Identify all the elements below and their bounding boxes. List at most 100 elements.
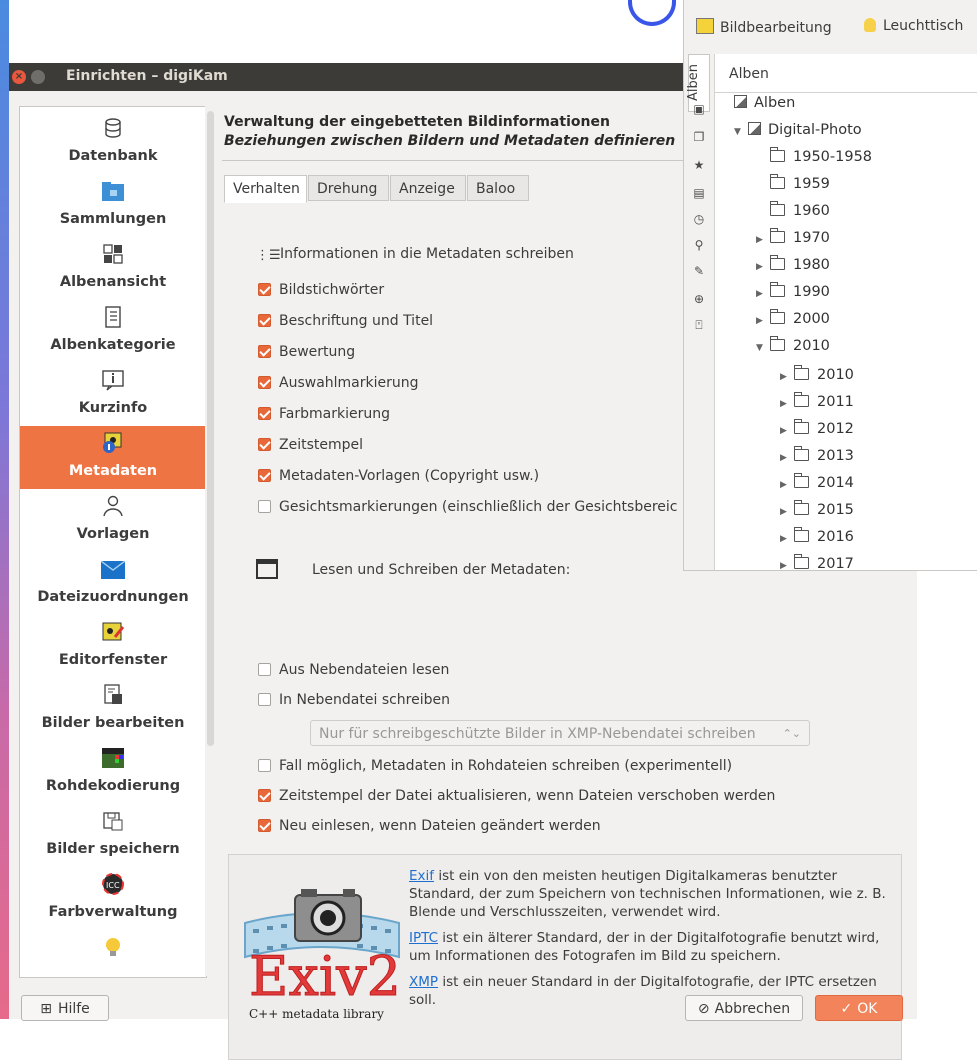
update-timestamp-option[interactable]: Zeitstempel der Datei aktualisieren, wen…: [258, 786, 775, 806]
exif-link[interactable]: Exif: [409, 868, 434, 884]
write-option-checkbox[interactable]: [258, 345, 271, 358]
people-icon[interactable]: ⍞: [692, 318, 706, 332]
fuzzy-search-icon[interactable]: ✎: [692, 264, 706, 278]
expander-closed-icon[interactable]: ▶: [780, 420, 794, 442]
sidebar-item-dateizuordnungen[interactable]: Dateizuordnungen: [20, 552, 206, 615]
write-option-checkbox[interactable]: [258, 407, 271, 420]
cancel-button[interactable]: ⊘ Abbrechen: [685, 995, 803, 1021]
calendar-icon[interactable]: ▤: [692, 186, 706, 200]
write-option-checkbox[interactable]: [258, 438, 271, 451]
sidebar-item-bilder-speichern[interactable]: Bilder speichern: [20, 804, 206, 867]
write-option-checkbox[interactable]: [258, 469, 271, 482]
minimize-window-button[interactable]: [31, 70, 45, 84]
read-sidecar-checkbox[interactable]: [258, 663, 271, 676]
reread-option[interactable]: Neu einlesen, wenn Dateien geändert werd…: [258, 816, 601, 836]
read-sidecar-option[interactable]: Aus Nebendateien lesen: [258, 660, 449, 680]
sidebar-item-albenkategorie[interactable]: Albenkategorie: [20, 300, 206, 363]
reread-checkbox[interactable]: [258, 819, 271, 832]
albums-column-header[interactable]: Alben: [715, 54, 977, 93]
write-option-6[interactable]: Zeitstempel: [258, 435, 363, 455]
image-editor-button[interactable]: Bildbearbeitung: [696, 18, 832, 36]
expander-closed-icon[interactable]: ▶: [780, 528, 794, 550]
write-option-5[interactable]: Farbmarkierung: [258, 404, 390, 424]
tree-collection[interactable]: ▼ Digital-Photo: [734, 119, 862, 141]
tab-verhalten[interactable]: Verhalten: [224, 175, 307, 203]
folder-tab-icon[interactable]: ❐: [692, 130, 706, 144]
close-window-button[interactable]: ×: [12, 70, 26, 84]
star-icon[interactable]: ★: [692, 158, 706, 172]
expander-icon[interactable]: ▼: [756, 337, 770, 359]
tree-subyear-2011[interactable]: ▶ 2011: [780, 391, 854, 413]
timeline-icon[interactable]: ◷: [692, 212, 706, 226]
expander-closed-icon[interactable]: ▶: [780, 447, 794, 469]
tree-subyear-2013[interactable]: ▶ 2013: [780, 445, 854, 467]
sidebar-item-datenbank[interactable]: Datenbank: [20, 111, 206, 174]
tree-year-1990[interactable]: ▶ 1990: [756, 281, 830, 303]
tree-subyear-2015[interactable]: ▶ 2015: [780, 499, 854, 521]
sidebar-item-kurzinfo[interactable]: Kurzinfo: [20, 363, 206, 426]
sidebar-item-sammlungen[interactable]: Sammlungen: [20, 174, 206, 237]
tree-subyear-2017[interactable]: ▶ 2017: [780, 553, 854, 575]
write-sidecar-option[interactable]: In Nebendatei schreiben: [258, 690, 450, 710]
tree-subyear-2016[interactable]: ▶ 2016: [780, 526, 854, 548]
tree-year-2010[interactable]: ▼ 2010: [756, 335, 830, 357]
light-table-button[interactable]: Leuchttisch: [864, 18, 963, 34]
write-sidecar-checkbox[interactable]: [258, 693, 271, 706]
write-option-2[interactable]: Beschriftung und Titel: [258, 311, 433, 331]
expander-icon[interactable]: ▶: [756, 310, 770, 332]
tree-root-albums[interactable]: Alben: [734, 92, 795, 114]
tab-baloo[interactable]: Baloo: [467, 175, 529, 201]
expander-icon[interactable]: ▶: [756, 229, 770, 251]
tree-subyear-2012[interactable]: ▶ 2012: [780, 418, 854, 440]
help-button[interactable]: ⊞ Hilfe: [21, 995, 109, 1021]
expander-icon[interactable]: ▶: [756, 256, 770, 278]
tree-subyear-2010[interactable]: ▶ 2010: [780, 364, 854, 386]
sidebar-item-bilder-bearbeiten[interactable]: Bilder bearbeiten: [20, 678, 206, 741]
write-option-checkbox[interactable]: [258, 376, 271, 389]
folder-icon: [770, 201, 785, 216]
ok-button[interactable]: ✓ OK: [815, 995, 903, 1021]
write-option-checkbox[interactable]: [258, 500, 271, 513]
sidebar-item-albenansicht[interactable]: Albenansicht: [20, 237, 206, 300]
sidebar-item-metadaten[interactable]: Metadaten: [20, 426, 206, 489]
write-option-8[interactable]: Gesichtsmarkierungen (einschließlich der…: [258, 497, 677, 517]
update-timestamp-checkbox[interactable]: [258, 789, 271, 802]
search-icon[interactable]: ⚲: [692, 238, 706, 252]
sidebar-item-editorfenster[interactable]: Editorfenster: [20, 615, 206, 678]
globe-icon[interactable]: ⊕: [692, 292, 706, 306]
write-option-checkbox[interactable]: [258, 283, 271, 296]
expander-closed-icon[interactable]: ▶: [780, 555, 794, 577]
tab-anzeige[interactable]: Anzeige: [390, 175, 466, 201]
expander-closed-icon[interactable]: ▶: [780, 393, 794, 415]
tree-year-1970[interactable]: ▶ 1970: [756, 227, 830, 249]
tree-year-1960[interactable]: 1960: [756, 200, 830, 222]
write-option-1[interactable]: Bildstichwörter: [258, 280, 384, 300]
write-raw-checkbox[interactable]: [258, 759, 271, 772]
sidebar-item-rohdekodierung[interactable]: Rohdekodierung: [20, 741, 206, 804]
tree-subyear-2014[interactable]: ▶ 2014: [780, 472, 854, 494]
expander-open-icon[interactable]: ▼: [734, 121, 748, 143]
write-option-7[interactable]: Metadaten-Vorlagen (Copyright usw.): [258, 466, 539, 486]
tree-year-1980[interactable]: ▶ 1980: [756, 254, 830, 276]
tab-drehung[interactable]: Drehung: [308, 175, 389, 201]
iptc-link[interactable]: IPTC: [409, 930, 438, 946]
image-view-icon[interactable]: ▣: [692, 102, 706, 116]
tree-year-2000[interactable]: ▶ 2000: [756, 308, 830, 330]
expander-closed-icon[interactable]: ▶: [780, 501, 794, 523]
tree-year-1959[interactable]: 1959: [756, 173, 830, 195]
sidebar-item-farbverwaltung[interactable]: ICC Farbverwaltung: [20, 867, 206, 930]
sidebar-scroll-thumb[interactable]: [207, 111, 214, 746]
write-option-3[interactable]: Bewertung: [258, 342, 355, 362]
write-raw-option[interactable]: Fall möglich, Metadaten in Rohdateien sc…: [258, 756, 732, 776]
sidebar-scrollbar[interactable]: [205, 106, 217, 976]
xmp-link[interactable]: XMP: [409, 974, 438, 990]
expander-closed-icon[interactable]: ▶: [780, 474, 794, 496]
expander-icon[interactable]: ▶: [756, 283, 770, 305]
sidebar-item-more[interactable]: [20, 930, 206, 977]
expander-closed-icon[interactable]: ▶: [780, 366, 794, 388]
sidecar-mode-select[interactable]: Nur für schreibgeschützte Bilder in XMP-…: [310, 720, 810, 746]
sidebar-item-vorlagen[interactable]: Vorlagen: [20, 489, 206, 552]
tree-year-1950-1958[interactable]: 1950-1958: [756, 146, 872, 168]
write-option-checkbox[interactable]: [258, 314, 271, 327]
write-option-4[interactable]: Auswahlmarkierung: [258, 373, 419, 393]
